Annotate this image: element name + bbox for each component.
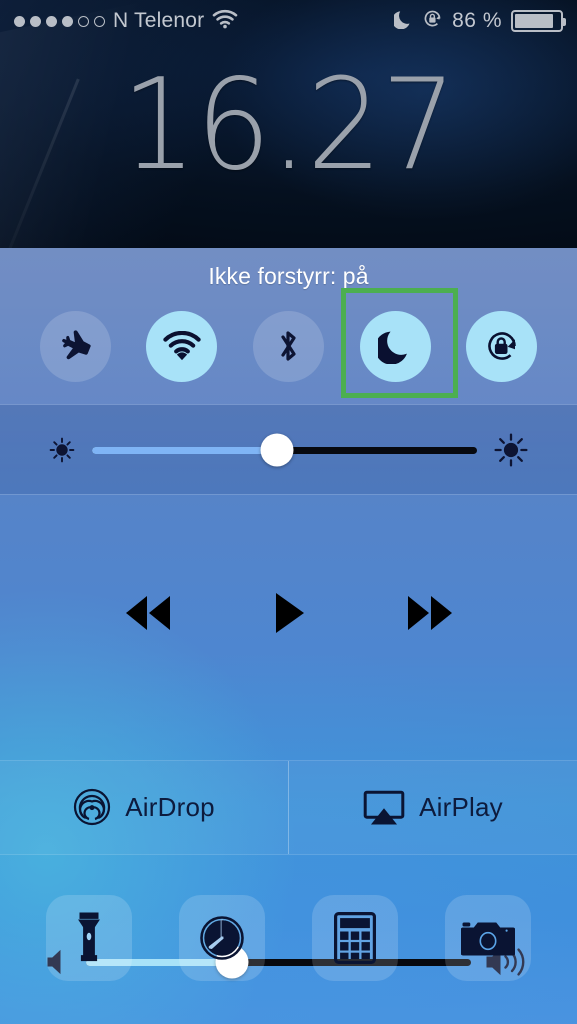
airdrop-label: AirDrop [125,792,215,822]
wifi-icon [163,331,201,361]
play-button[interactable] [272,591,306,635]
timer-shortcut[interactable] [178,895,265,981]
shortcuts-row [0,874,577,1002]
brightness-low-icon [46,434,78,466]
media-controls [0,568,577,658]
calculator-shortcut[interactable] [312,895,399,981]
control-center-panel: Ikke forstyrr: på AirDrop AirPlay [0,248,577,1024]
airplay-button[interactable]: AirPlay [289,761,577,854]
signal-dot [14,15,25,27]
moon-icon [392,9,413,34]
camera-shortcut[interactable] [445,895,532,981]
carrier-name: N Telenor [113,9,205,32]
status-bar-left: N Telenor [14,9,238,34]
lockscreen-clock: 16.27 [121,51,456,198]
divider [0,854,577,855]
signal-strength-dots [14,15,105,27]
signal-dot [46,15,57,27]
previous-track-button[interactable] [120,592,176,634]
wifi-icon [212,9,238,34]
airplane-icon [57,328,93,364]
bluetooth-toggle[interactable] [252,310,324,382]
brightness-slider-knob[interactable] [260,433,294,467]
battery-percent: 86 % [452,9,502,32]
divider [0,494,577,495]
status-bar-right: 86 % [392,8,566,34]
calculator-icon [334,912,377,964]
sharing-row: AirDrop AirPlay [0,761,577,854]
rotation-lock-icon [422,8,443,34]
wifi-toggle[interactable] [146,310,218,382]
do-not-disturb-toggle[interactable] [359,310,431,382]
dnd-status-label: Ikke forstyrr: på [208,263,369,289]
brightness-high-icon [491,430,531,470]
status-bar: N Telenor 86 % [0,0,577,42]
bluetooth-icon [275,327,301,365]
rotation-lock-toggle[interactable] [466,310,538,382]
rotation-lock-icon [483,327,521,365]
toggle-row [0,296,577,396]
camera-icon [461,916,516,960]
signal-dot [62,15,73,27]
next-track-button[interactable] [402,592,458,634]
brightness-slider-fill [92,446,277,454]
battery-icon [511,10,566,32]
moon-icon [378,328,412,364]
airplane-mode-toggle[interactable] [39,310,111,382]
airplay-icon [363,790,405,826]
flashlight-shortcut[interactable] [45,895,132,981]
divider [0,404,577,405]
airdrop-icon [73,788,111,828]
signal-dot [78,15,89,27]
brightness-slider-track[interactable] [92,433,477,467]
timer-icon [198,914,246,962]
signal-dot [94,15,105,27]
airdrop-button[interactable]: AirDrop [0,761,288,854]
flashlight-icon [72,912,106,964]
airplay-label: AirPlay [419,792,503,822]
signal-dot [30,15,41,27]
brightness-slider-row [0,420,577,480]
